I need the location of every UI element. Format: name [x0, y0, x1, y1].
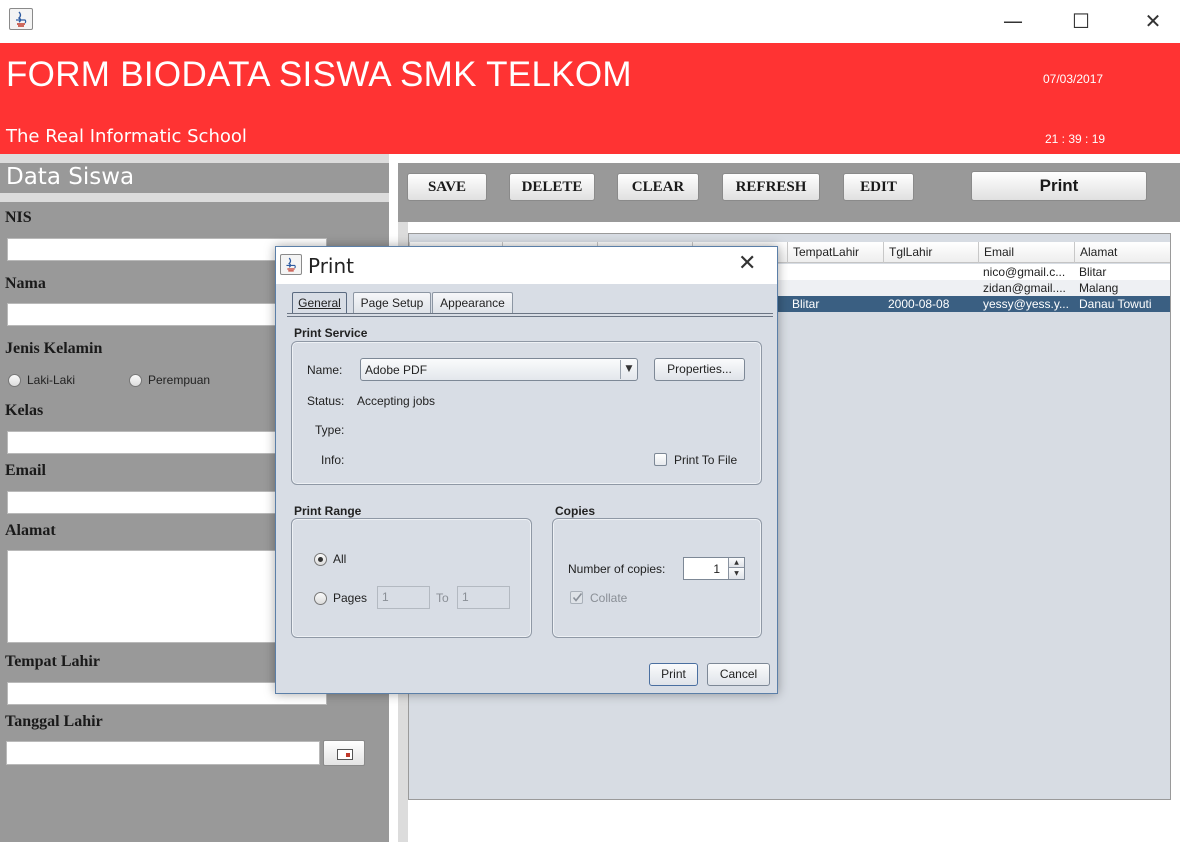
cell-email: yessy@yess.y... [983, 297, 1069, 311]
range-pages-label: Pages [333, 591, 368, 605]
range-all-label: All [333, 552, 347, 566]
jenis-kelamin-label: Jenis Kelamin [5, 340, 103, 357]
tanggal-lahir-field[interactable] [6, 741, 320, 765]
dialog-close-icon[interactable]: ✕ [738, 251, 756, 276]
maximize-button[interactable]: ☐ [1058, 6, 1104, 36]
cell-tempat-lahir [787, 280, 883, 296]
print-range-group [291, 518, 532, 638]
header-banner: FORM BIODATA SISWA SMK TELKOM The Real I… [0, 43, 1180, 154]
nama-label: Nama [5, 275, 46, 292]
dialog-title: Print [308, 254, 355, 278]
printer-name-select[interactable]: Adobe PDF ▼ [360, 358, 638, 381]
print-to-file-checkbox[interactable] [654, 453, 667, 466]
cell-alamat: Blitar [1079, 265, 1107, 279]
print-service-heading: Print Service [294, 326, 368, 340]
dialog-print-button[interactable]: Print [649, 663, 698, 686]
print-range-heading: Print Range [294, 504, 362, 518]
cell-tgl-lahir: 2000-08-08 [888, 297, 950, 311]
print-dialog: Print ✕ General Page Setup Appearance Pr… [275, 246, 778, 694]
cell-tempat-lahir [787, 264, 883, 280]
type-label: Type: [315, 423, 345, 437]
page-title: FORM BIODATA SISWA SMK TELKOM [6, 55, 632, 94]
cell-email: nico@gmail.c... [983, 265, 1066, 279]
radio-button-icon [314, 591, 327, 605]
java-app-icon [280, 254, 302, 275]
cell-alamat: Danau Towuti [1079, 297, 1152, 311]
range-all-radio[interactable]: All [314, 552, 346, 566]
form-divider [0, 193, 389, 202]
dialog-cancel-button[interactable]: Cancel [707, 663, 770, 686]
radio-button-icon [129, 373, 142, 387]
column-header-tempat-lahir[interactable]: TempatLahir [787, 242, 883, 263]
cell-alamat: Malang [1079, 281, 1119, 295]
spinner-up-icon[interactable]: ▲ [728, 558, 744, 568]
copies-heading: Copies [555, 504, 596, 518]
cell-tgl-lahir [883, 280, 978, 296]
tab-divider [287, 313, 773, 317]
printer-name-value: Adobe PDF [365, 363, 428, 377]
status-value: Accepting jobs [357, 394, 436, 408]
tab-appearance[interactable]: Appearance [432, 292, 513, 314]
date-picker-button[interactable] [323, 740, 365, 766]
cell-tgl-lahir [883, 264, 978, 280]
copies-value: 1 [713, 562, 720, 576]
cell-email: zidan@gmail.... [983, 281, 1066, 295]
checkmark-icon [572, 593, 583, 602]
kelas-label: Kelas [5, 402, 44, 419]
tanggal-lahir-label: Tanggal Lahir [5, 713, 103, 730]
range-pages-radio[interactable]: Pages [314, 591, 367, 605]
tab-page-setup[interactable]: Page Setup [353, 292, 431, 314]
printer-name-label: Name: [307, 363, 343, 377]
calendar-icon [337, 749, 353, 760]
copies-spinner[interactable]: 1 ▲ ▼ [683, 557, 745, 580]
gender-laki-label: Laki-Laki [27, 373, 76, 387]
clear-button[interactable]: CLEAR [617, 173, 699, 201]
form-heading: Data Siswa [6, 164, 135, 190]
alamat-label: Alamat [5, 522, 56, 539]
email-label: Email [5, 462, 46, 479]
radio-button-icon [8, 373, 21, 387]
refresh-button[interactable]: REFRESH [722, 173, 820, 201]
page-subtitle: The Real Informatic School [6, 126, 247, 147]
radio-selected-icon [314, 552, 327, 566]
collate-label: Collate [590, 591, 628, 605]
range-to-field[interactable]: 1 [457, 586, 510, 609]
tempat-lahir-label: Tempat Lahir [5, 653, 100, 670]
current-date: 07/03/2017 [1043, 72, 1104, 86]
gender-laki-radio[interactable]: Laki-Laki [8, 373, 75, 387]
gender-perempuan-radio[interactable]: Perempuan [129, 373, 210, 387]
column-header-tgl-lahir[interactable]: TglLahir [883, 242, 978, 263]
close-button[interactable]: ✕ [1130, 6, 1176, 36]
delete-button[interactable]: DELETE [509, 173, 595, 201]
minimize-button[interactable]: — [990, 6, 1036, 36]
save-button[interactable]: SAVE [407, 173, 487, 201]
column-header-email[interactable]: Email [978, 242, 1074, 263]
edit-button[interactable]: EDIT [843, 173, 914, 201]
print-button[interactable]: Print [971, 171, 1147, 201]
range-to-label: To [436, 591, 449, 605]
column-header-alamat[interactable]: Alamat [1074, 242, 1170, 263]
gender-perempuan-label: Perempuan [148, 373, 211, 387]
java-app-icon [9, 8, 33, 30]
range-from-field[interactable]: 1 [377, 586, 430, 609]
collate-checkbox[interactable] [570, 591, 583, 604]
info-label: Info: [321, 453, 345, 467]
tab-general-label: General [298, 296, 341, 310]
print-to-file-label: Print To File [674, 453, 738, 467]
status-label: Status: [307, 394, 345, 408]
tab-general[interactable]: General [292, 292, 347, 314]
current-time: 21 : 39 : 19 [1045, 132, 1106, 146]
nis-label: NIS [5, 209, 32, 226]
number-of-copies-label: Number of copies: [568, 562, 666, 576]
chevron-down-icon: ▼ [620, 360, 637, 379]
dialog-titlebar: Print ✕ [276, 247, 777, 284]
cell-tempat-lahir: Blitar [792, 297, 820, 311]
window-titlebar: — ☐ ✕ [0, 0, 1186, 43]
properties-button[interactable]: Properties... [654, 358, 745, 381]
spinner-down-icon[interactable]: ▼ [728, 568, 744, 579]
